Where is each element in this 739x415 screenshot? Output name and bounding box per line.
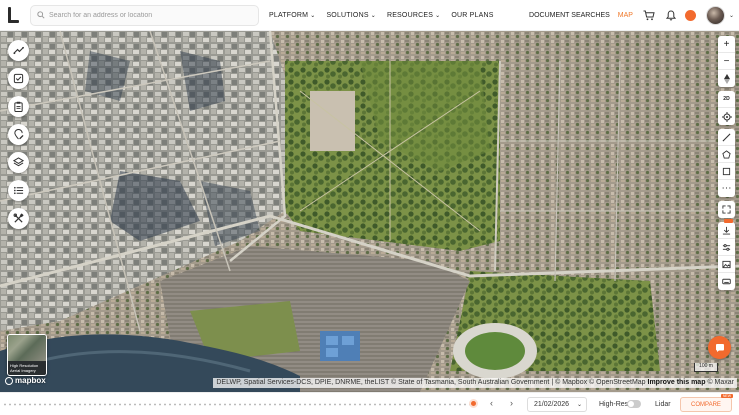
- nav-platform-label: PLATFORM: [269, 11, 309, 19]
- timeline-track[interactable]: [4, 403, 474, 406]
- timeline-prev-icon[interactable]: ‹: [490, 398, 493, 408]
- search-input[interactable]: [49, 11, 249, 19]
- basemap-switcher[interactable]: High Resolution Aerial Imagery: [7, 334, 47, 376]
- keyboard-icon[interactable]: [718, 273, 735, 290]
- search-icon: [37, 6, 45, 24]
- search-box[interactable]: [30, 4, 259, 26]
- chevron-down-icon: ⌄: [310, 12, 316, 19]
- list-icon[interactable]: [8, 180, 29, 201]
- clipboard-icon[interactable]: [8, 96, 29, 117]
- new-badge: [724, 219, 733, 223]
- fullscreen-icon[interactable]: [718, 201, 735, 218]
- compare-button[interactable]: COMPARE NEW: [680, 394, 733, 412]
- nav-our-plans-label: OUR PLANS: [451, 11, 494, 19]
- nav-solutions-label: SOLUTIONS: [326, 11, 369, 19]
- avatar[interactable]: [705, 6, 725, 25]
- lidar-label[interactable]: Lidar: [655, 401, 671, 408]
- cart-icon[interactable]: [641, 8, 657, 24]
- main-nav: PLATFORM ⌄ SOLUTIONS ⌄ RESOURCES ⌄ OUR PLAN…: [269, 12, 505, 19]
- tools-icon[interactable]: [8, 208, 29, 229]
- bell-icon[interactable]: [663, 8, 679, 24]
- polygon-draw-icon[interactable]: [718, 146, 735, 163]
- pin-edit-icon[interactable]: [8, 124, 29, 145]
- chat-icon: [715, 343, 724, 352]
- image-export-icon[interactable]: [718, 256, 735, 273]
- view-mode-toggle[interactable]: 2D: [718, 91, 735, 108]
- brand-logo[interactable]: [7, 6, 21, 24]
- timeline-next-icon[interactable]: ›: [510, 398, 513, 408]
- chevron-down-icon[interactable]: ⌄: [729, 12, 734, 19]
- compass-icon[interactable]: [718, 70, 735, 87]
- toggle-knob: [628, 401, 634, 407]
- high-res-toggle[interactable]: [627, 400, 641, 408]
- rectangle-draw-icon[interactable]: [718, 163, 735, 180]
- scale-bar: 100 m: [694, 363, 718, 372]
- map-link[interactable]: MAP: [618, 12, 633, 19]
- compare-label: COMPARE: [691, 401, 721, 408]
- left-toolbar: [8, 40, 29, 229]
- nav-resources-label: RESOURCES: [386, 11, 434, 19]
- high-res-label: High-Res: [599, 401, 629, 408]
- mapbox-logo: mapbox: [5, 376, 46, 385]
- zoom-out-button[interactable]: −: [718, 53, 735, 70]
- basemap-label: High Resolution Aerial Imagery: [8, 361, 46, 375]
- nav-solutions[interactable]: SOLUTIONS ⌄: [326, 12, 376, 19]
- draw-group: ⋯: [718, 129, 735, 197]
- attribution-suffix: © Maxar: [707, 379, 734, 386]
- timeline-current-marker[interactable]: [469, 399, 478, 408]
- checklist-icon[interactable]: [8, 68, 29, 89]
- nav-platform[interactable]: PLATFORM ⌄: [269, 12, 315, 19]
- status-indicator-dot[interactable]: [684, 10, 696, 21]
- app-root: PLATFORM⌄ SOLUTIONS⌄ RESOURCES⌄ OUR PLAN…: [0, 0, 739, 415]
- sliders-icon[interactable]: [718, 239, 735, 256]
- mapbox-logo-text: mapbox: [15, 376, 46, 385]
- chevron-down-icon: ⌄: [370, 12, 376, 19]
- fullscreen-group: [718, 201, 735, 218]
- layers-icon[interactable]: [8, 152, 29, 173]
- map-attribution: DELWP, Spatial Services-DCS, DPIE, DNRME…: [213, 378, 737, 388]
- aerial-imagery: [0, 31, 739, 392]
- attribution-text: DELWP, Spatial Services-DCS, DPIE, DNRME…: [216, 379, 646, 386]
- aerial-map[interactable]: [0, 31, 739, 392]
- chat-button[interactable]: [708, 336, 731, 359]
- improve-map-link[interactable]: Improve this map: [648, 379, 706, 386]
- export-group: [718, 219, 735, 290]
- chevron-down-icon: ⌄: [576, 402, 582, 408]
- measure-tool-icon[interactable]: [8, 40, 29, 61]
- top-right-nav: DOCUMENT SEARCHES MAP ⌄: [529, 0, 739, 31]
- basemap-thumbnail: [8, 335, 46, 361]
- document-searches-link[interactable]: DOCUMENT SEARCHES: [529, 12, 610, 19]
- nav-resources[interactable]: RESOURCES ⌄: [387, 12, 440, 19]
- date-select[interactable]: 21/02/2026 ⌄: [527, 397, 587, 412]
- compare-new-badge: NEW: [720, 394, 733, 398]
- download-icon[interactable]: [718, 222, 735, 239]
- zoom-group: + −: [718, 36, 735, 87]
- date-value: 21/02/2026: [534, 401, 570, 408]
- nav-our-plans[interactable]: OUR PLANS: [451, 12, 493, 19]
- chevron-down-icon: ⌄: [435, 12, 441, 19]
- view-group: 2D: [718, 91, 735, 125]
- more-options-icon[interactable]: ⋯: [718, 180, 735, 197]
- zoom-in-button[interactable]: +: [718, 36, 735, 53]
- locate-icon[interactable]: [718, 108, 735, 125]
- timeline-bar: ‹ › 21/02/2026 ⌄ High-Res Lidar COMPARE …: [0, 392, 739, 415]
- top-navbar: PLATFORM⌄ SOLUTIONS⌄ RESOURCES⌄ OUR PLAN…: [0, 0, 739, 31]
- line-draw-icon[interactable]: [718, 129, 735, 146]
- mapbox-logo-mark: [5, 376, 13, 385]
- right-toolbar: + − 2D ⋯: [718, 36, 735, 294]
